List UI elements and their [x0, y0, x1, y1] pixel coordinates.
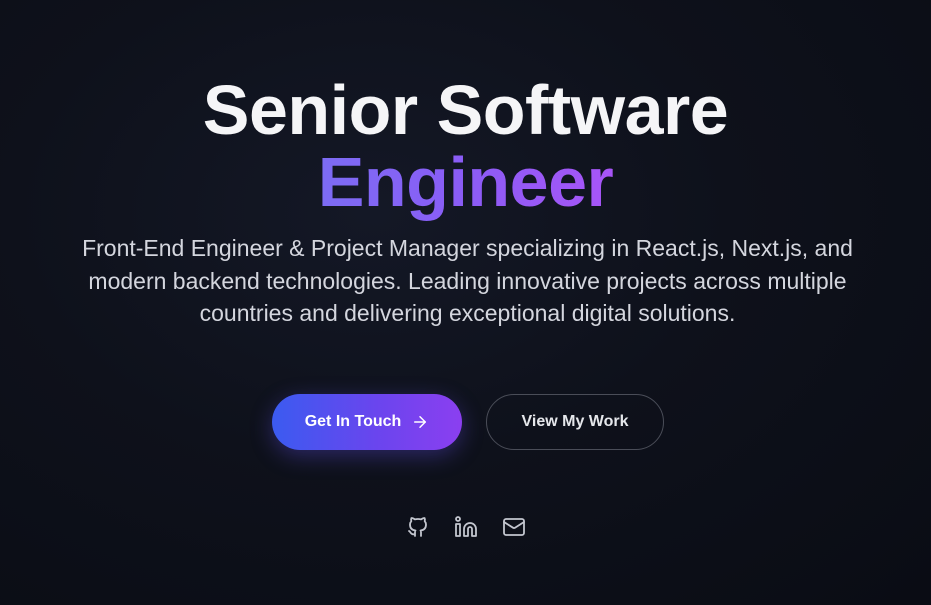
- mail-icon[interactable]: [502, 514, 526, 540]
- social-links: [0, 514, 931, 540]
- linkedin-icon[interactable]: [454, 514, 478, 540]
- hero-title-highlight-text: Engineer: [317, 143, 614, 221]
- view-my-work-button[interactable]: View My Work: [486, 394, 664, 450]
- hero-section: Senior Software Engineer Front-End Engin…: [0, 0, 931, 605]
- get-in-touch-label: Get In Touch: [304, 413, 402, 430]
- get-in-touch-button[interactable]: Get In Touch: [272, 394, 462, 450]
- arrow-right-icon: [411, 413, 429, 431]
- github-icon[interactable]: [406, 514, 430, 540]
- view-my-work-label: View My Work: [521, 413, 629, 430]
- hero-subtitle: Front-End Engineer & Project Manager spe…: [82, 235, 853, 326]
- hero-title-highlight: Engineer: [0, 140, 931, 224]
